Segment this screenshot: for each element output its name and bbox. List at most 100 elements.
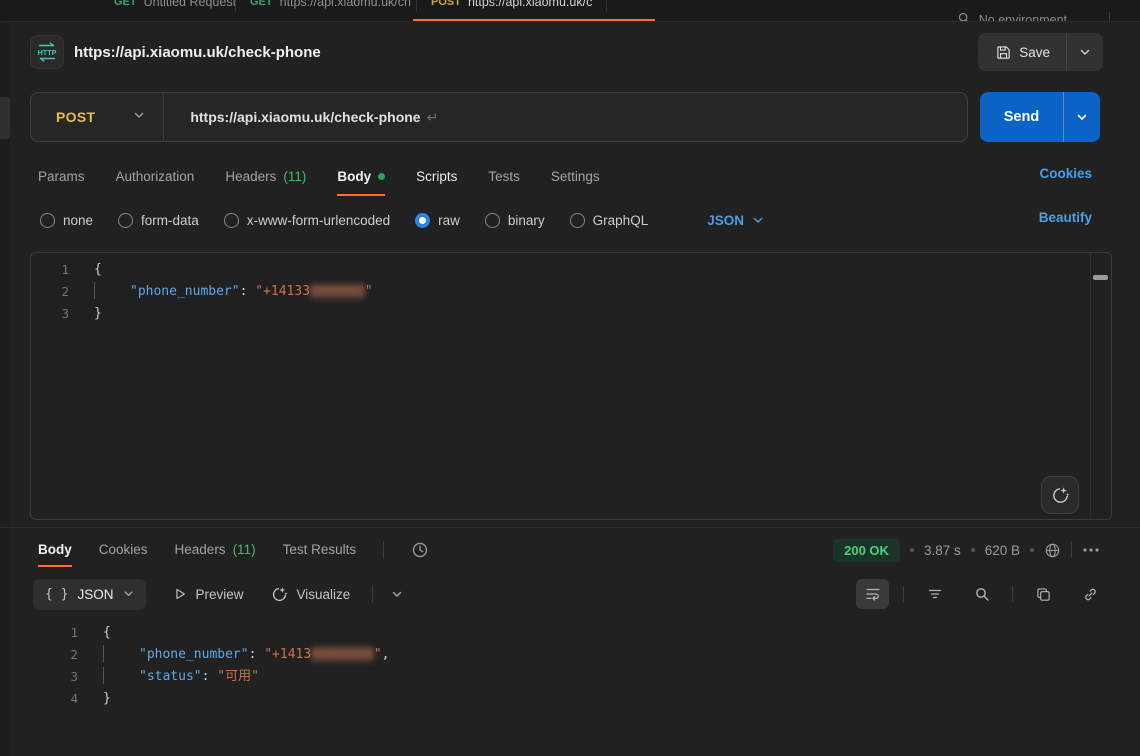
response-tab-headers[interactable]: Headers(11) (175, 533, 256, 567)
tab-settings[interactable]: Settings (551, 158, 600, 196)
tab-method-badge: GET (250, 0, 273, 8)
response-body-code: 1{2"phone_number": "+141300000000",3"sta… (30, 622, 1112, 710)
tab-label: Body (337, 169, 371, 184)
response-tab-cookies[interactable]: Cookies (99, 533, 148, 567)
more-views-dropdown[interactable] (391, 588, 403, 600)
editor-scrollbar-thumb[interactable] (1093, 275, 1108, 280)
topbar-divider (1109, 12, 1110, 22)
send-button[interactable]: Send (980, 92, 1063, 142)
method-label: POST (56, 109, 95, 125)
mode-label: raw (438, 213, 460, 228)
request-response-divider (0, 527, 1140, 528)
tab-label: https://api.xiaomu.uk/ch (280, 0, 411, 9)
tab-label: Tests (488, 169, 520, 184)
method-selector[interactable]: POST (31, 108, 163, 126)
more-options-icon[interactable] (1082, 547, 1100, 553)
mode-none[interactable]: none (40, 213, 93, 228)
tab-label: Untitled Request (144, 0, 235, 9)
send-button-group: Send (980, 92, 1100, 142)
response-time[interactable]: 3.87 s (924, 543, 961, 558)
mode-graphql[interactable]: GraphQL (570, 213, 649, 228)
headers-count: (11) (283, 169, 306, 184)
save-options-dropdown[interactable] (1066, 33, 1103, 71)
active-tab-underline (413, 19, 655, 21)
copy-icon (1036, 587, 1051, 602)
search-response-button[interactable] (965, 579, 998, 609)
tab-method-badge: POST (431, 0, 461, 8)
response-format-dropdown[interactable]: { } JSON (33, 579, 146, 610)
cookies-link[interactable]: Cookies (1039, 166, 1092, 181)
response-toolbar: { } JSON Preview Visualize (33, 578, 1107, 610)
workspace-tab-untitled[interactable]: GET Untitled Request (100, 0, 235, 20)
wrap-text-button[interactable] (856, 579, 889, 609)
network-globe-icon[interactable] (1044, 542, 1061, 559)
radio-icon (224, 213, 239, 228)
return-key-hint: ↵ (421, 109, 439, 125)
meta-divider (1071, 542, 1072, 558)
chevron-down-icon (1079, 46, 1091, 58)
tab-label: Cookies (99, 542, 148, 557)
save-button[interactable]: Save (978, 33, 1066, 71)
filter-button[interactable] (918, 579, 951, 609)
sidebar-expand-handle[interactable] (0, 97, 10, 139)
mode-x-www-form-urlencoded[interactable]: x-www-form-urlencoded (224, 213, 390, 228)
workspace-tab-bar: GET Untitled Request GET https://api.xia… (0, 0, 1140, 22)
chevron-down-icon (391, 588, 403, 600)
tab-body[interactable]: Body (337, 158, 385, 196)
workspace-tab-get-request[interactable]: GET https://api.xiaomu.uk/ch (236, 0, 416, 20)
send-options-dropdown[interactable] (1063, 92, 1100, 142)
copy-response-button[interactable] (1027, 579, 1060, 609)
toolbar-divider (372, 585, 373, 603)
play-icon (173, 587, 187, 601)
postbot-assistant-button[interactable] (1041, 476, 1079, 514)
mode-raw-selected[interactable]: raw (415, 213, 460, 228)
mode-form-data[interactable]: form-data (118, 213, 199, 228)
request-url-bar: POST https://api.xiaomu.uk/check-phone↵ (30, 92, 968, 142)
request-body-editor[interactable]: 1{2"phone_number": "+141330000000"3} (30, 252, 1112, 520)
response-body-viewer[interactable]: 1{2"phone_number": "+141300000000",3"sta… (30, 620, 1112, 750)
dot-separator (971, 548, 975, 552)
visualize-label: Visualize (297, 587, 351, 602)
response-tab-test-results[interactable]: Test Results (283, 533, 357, 567)
chevron-down-icon (1076, 111, 1088, 123)
sparkle-circle-icon (1051, 486, 1070, 505)
tab-label: Headers (175, 542, 226, 557)
http-request-icon: HTTP (30, 35, 64, 69)
braces-icon: { } (45, 587, 68, 602)
response-tab-body[interactable]: Body (38, 533, 72, 567)
mode-binary[interactable]: binary (485, 213, 545, 228)
status-badge[interactable]: 200 OK (833, 539, 900, 562)
tab-params[interactable]: Params (38, 158, 85, 196)
format-label: JSON (77, 587, 113, 602)
chevron-down-icon (752, 214, 764, 226)
sparkle-circle-icon (271, 586, 288, 603)
raw-format-selector[interactable]: JSON (707, 213, 764, 228)
toolbar-divider (1012, 586, 1013, 602)
radio-icon (40, 213, 55, 228)
body-mode-row: none form-data x-www-form-urlencoded raw… (40, 206, 764, 234)
filter-icon (927, 586, 943, 602)
workspace-tab-post-request-active[interactable]: POST https://api.xiaomu.uk/c (417, 0, 606, 20)
request-tab-bar: Params Authorization Headers(11) Body Sc… (38, 158, 600, 196)
share-link-button[interactable] (1074, 579, 1107, 609)
mode-label: none (63, 213, 93, 228)
search-icon[interactable] (957, 11, 971, 22)
body-modified-dot (378, 173, 385, 180)
preview-button[interactable]: Preview (173, 587, 244, 602)
beautify-link[interactable]: Beautify (1039, 210, 1092, 225)
svg-text:HTTP: HTTP (38, 48, 57, 57)
mode-label: GraphQL (593, 213, 649, 228)
response-size[interactable]: 620 B (985, 543, 1020, 558)
dot-separator (1030, 548, 1034, 552)
environment-selector[interactable]: No environment (979, 13, 1067, 22)
response-history-icon[interactable] (411, 541, 429, 559)
tab-authorization[interactable]: Authorization (116, 158, 195, 196)
tab-divider (606, 0, 607, 12)
tab-scripts[interactable]: Scripts (416, 158, 457, 196)
tab-headers[interactable]: Headers(11) (225, 158, 306, 196)
visualize-button[interactable]: Visualize (271, 586, 351, 603)
tab-tests[interactable]: Tests (488, 158, 520, 196)
request-title: https://api.xiaomu.uk/check-phone (74, 44, 321, 61)
tab-label: Test Results (283, 542, 357, 557)
url-input[interactable]: https://api.xiaomu.uk/check-phone↵ (164, 109, 438, 126)
